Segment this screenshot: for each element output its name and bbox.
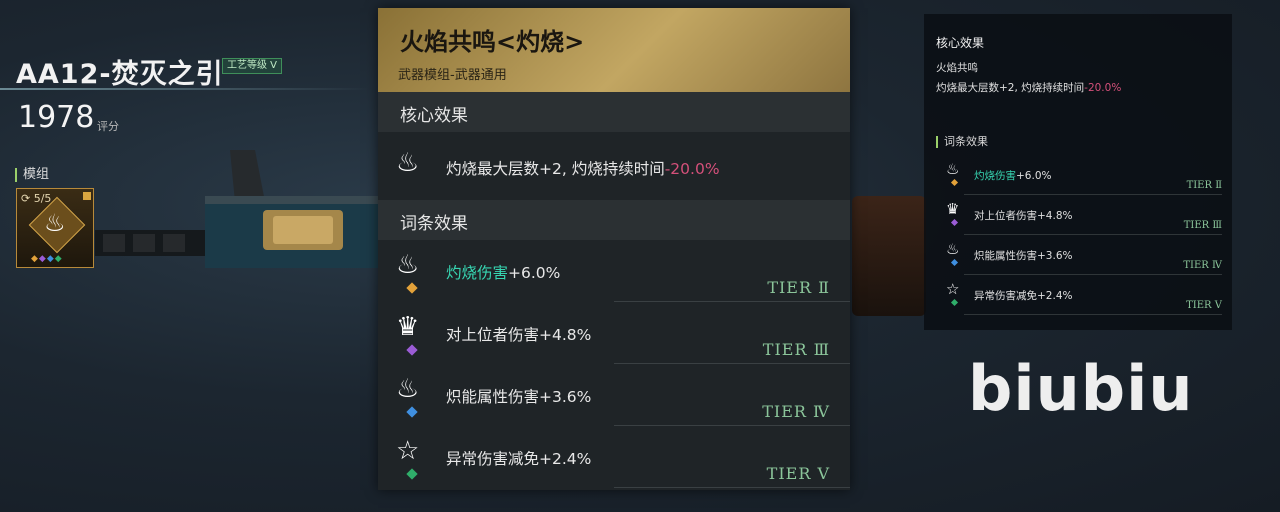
summary-affix-tier: TIER Ⅲ <box>1183 220 1222 231</box>
flame-up-icon: ♨ <box>396 374 420 404</box>
affix-row: ♛ 对上位者伤害+4.8% TIER Ⅲ <box>378 302 850 364</box>
affix-rarity-diamond <box>950 298 959 307</box>
mod-subtitle: 武器模组-武器通用 <box>398 68 507 83</box>
affix-row: ♨ 灼烧伤害+6.0% TIER Ⅱ <box>378 240 850 302</box>
weapon-name: AA12-焚灭之引 <box>16 59 224 90</box>
summary-affix-text: 炽能属性伤害+3.6% <box>974 250 1073 262</box>
star-shield-icon: ☆ <box>946 280 960 298</box>
weapon-image <box>95 150 385 268</box>
title-divider <box>0 88 370 90</box>
core-effect-label: 核心效果 <box>400 106 468 126</box>
summary-affix-divider <box>964 314 1222 315</box>
affix-text: 灼烧伤害+6.0% <box>446 264 561 282</box>
star-shield-icon: ☆ <box>396 436 420 466</box>
summary-panel: 核心效果 火焰共鸣 灼烧最大层数+2, 灼烧持续时间-20.0% 词条效果 ♨ … <box>924 14 1232 330</box>
flame-up-icon: ♨ <box>946 240 960 258</box>
weapon-stock <box>852 196 926 316</box>
summary-affix-header: 词条效果 <box>936 136 988 148</box>
module-rarity-dots: ◆◆◆◆ <box>31 254 63 264</box>
module-section-label: 模组 <box>15 168 49 182</box>
mod-detail-panel: 火焰共鸣<灼烧> 武器模组-武器通用 核心效果 ♨ 灼烧最大层数+2, 灼烧持续… <box>378 8 850 490</box>
score-label: 评分 <box>97 120 119 133</box>
summary-affix-divider <box>964 194 1222 195</box>
module-count: ⟳ 5/5 <box>21 192 52 205</box>
module-slot-card[interactable]: ⟳ 5/5 ♨ ◆◆◆◆ <box>16 188 94 268</box>
affix-rarity-diamond <box>406 282 418 294</box>
summary-affix-row: ♛ 对上位者伤害+4.8% TIER Ⅲ <box>924 198 1232 238</box>
summary-affix-tier: TIER Ⅴ <box>1186 300 1222 311</box>
affix-text: 对上位者伤害+4.8% <box>446 326 592 344</box>
craft-level-badge: 工艺等级 Ⅴ <box>222 58 283 74</box>
core-effect-text: 灼烧最大层数+2, 灼烧持续时间-20.0% <box>446 160 720 178</box>
affix-rarity-diamond <box>406 344 418 356</box>
affix-text: 异常伤害减免+2.4% <box>446 450 592 468</box>
fire-resonance-icon: ♨ <box>44 209 66 237</box>
affix-tier: TIER Ⅴ <box>766 464 830 483</box>
fire-resonance-icon: ♨ <box>396 148 420 178</box>
affix-effect-label: 词条效果 <box>400 214 468 234</box>
weapon-score: 1978 <box>18 100 95 135</box>
summary-affix-divider <box>964 234 1222 235</box>
affix-divider <box>614 487 850 488</box>
affix-tier: TIER Ⅲ <box>762 340 830 359</box>
affix-rarity-diamond <box>950 258 959 267</box>
summary-affix-row: ☆ 异常伤害减免+2.4% TIER Ⅴ <box>924 278 1232 318</box>
summary-core-header: 核心效果 <box>936 36 985 50</box>
summary-affix-text: 对上位者伤害+4.8% <box>974 210 1073 222</box>
affix-row: ♨ 炽能属性伤害+3.6% TIER Ⅳ <box>378 364 850 426</box>
mod-title: 火焰共鸣<灼烧> <box>400 28 585 56</box>
module-corner-marker <box>83 192 91 200</box>
watermark-logo: biubiu <box>968 352 1194 425</box>
summary-affix-row: ♨ 炽能属性伤害+3.6% TIER Ⅳ <box>924 238 1232 278</box>
summary-affix-text: 异常伤害减免+2.4% <box>974 290 1073 302</box>
core-effect-row: ♨ 灼烧最大层数+2, 灼烧持续时间-20.0% <box>378 132 850 204</box>
affix-rarity-diamond <box>950 178 959 187</box>
affix-tier: TIER Ⅱ <box>767 278 830 297</box>
affix-rarity-diamond <box>406 406 418 418</box>
summary-affix-text: 灼烧伤害+6.0% <box>974 170 1052 182</box>
summary-core-text: 灼烧最大层数+2, 灼烧持续时间-20.0% <box>936 82 1122 94</box>
summary-affix-row: ♨ 灼烧伤害+6.0% TIER Ⅱ <box>924 158 1232 198</box>
summary-core-name: 火焰共鸣 <box>936 62 978 74</box>
affix-rarity-diamond <box>950 218 959 227</box>
affix-row: ☆ 异常伤害减免+2.4% TIER Ⅴ <box>378 426 850 488</box>
fire-claw-icon: ♨ <box>396 250 420 280</box>
summary-affix-tier: TIER Ⅳ <box>1183 260 1222 271</box>
summary-affix-tier: TIER Ⅱ <box>1186 180 1222 191</box>
panel-header: 火焰共鸣<灼烧> 武器模组-武器通用 <box>378 8 850 92</box>
affix-effect-header: 词条效果 <box>378 200 850 240</box>
crown-skull-icon: ♛ <box>396 312 420 342</box>
affix-rarity-diamond <box>406 468 418 480</box>
fire-claw-icon: ♨ <box>946 160 960 178</box>
summary-affix-divider <box>964 274 1222 275</box>
core-effect-header: 核心效果 <box>378 92 850 132</box>
affix-text: 炽能属性伤害+3.6% <box>446 388 592 406</box>
affix-tier: TIER Ⅳ <box>762 402 830 421</box>
crown-skull-icon: ♛ <box>946 200 960 218</box>
